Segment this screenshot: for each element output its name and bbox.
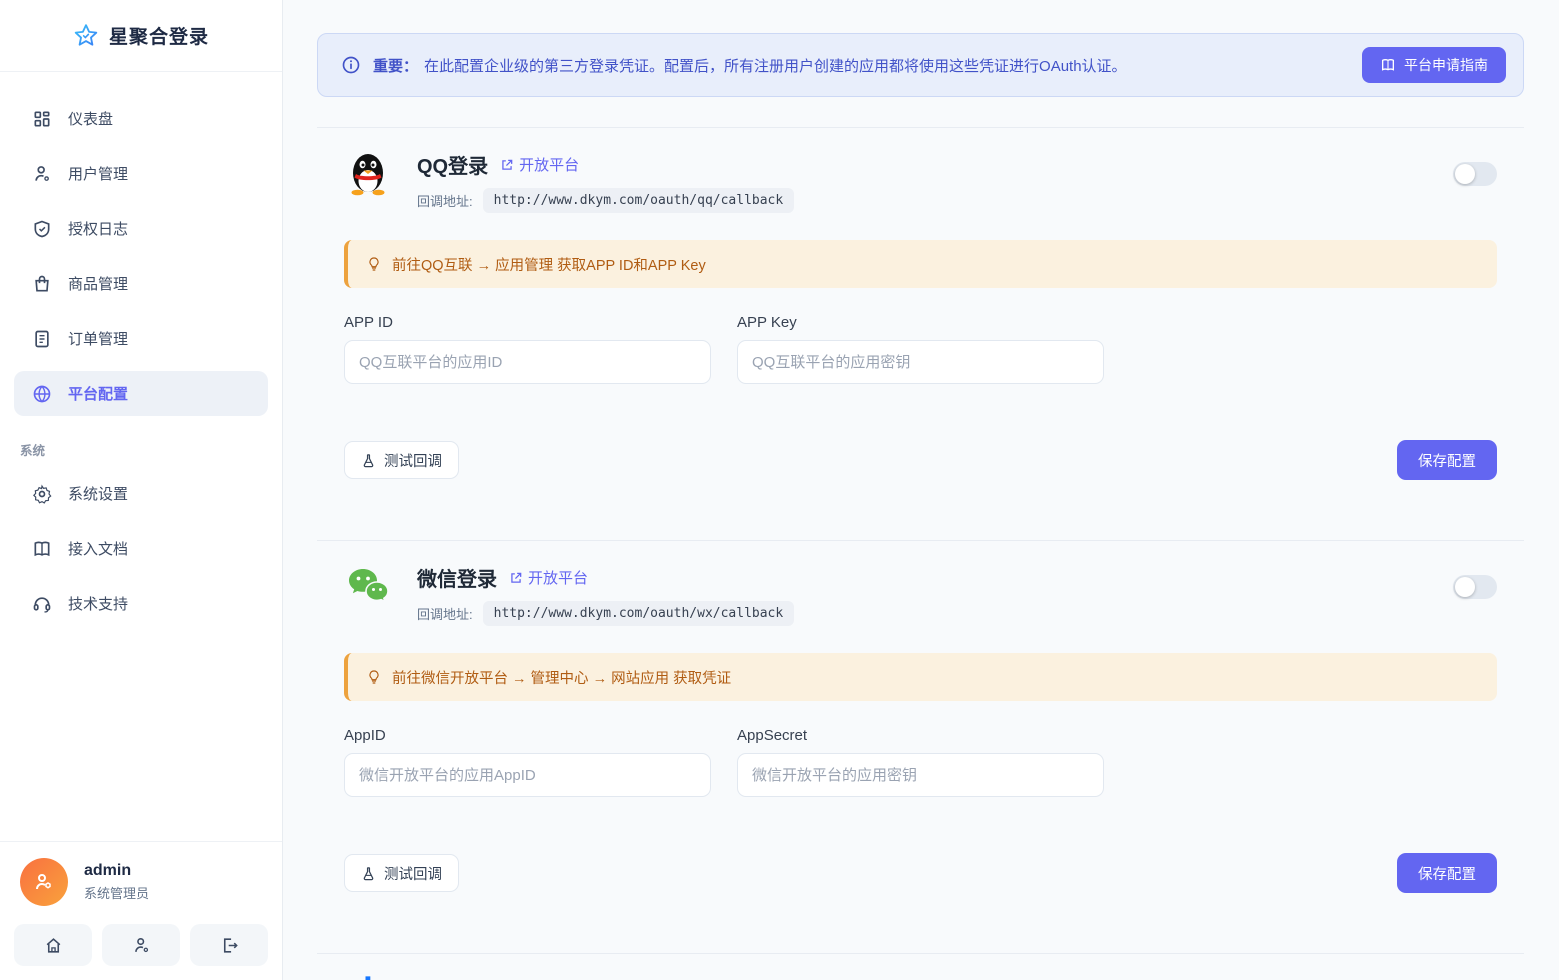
home-button[interactable] bbox=[14, 924, 92, 966]
flask-icon bbox=[361, 453, 376, 468]
user-name: admin bbox=[84, 862, 149, 880]
wechat-appsecret-input[interactable] bbox=[737, 753, 1104, 797]
app-title: 星聚合登录 bbox=[109, 22, 209, 49]
sidebar: 星聚合登录 仪表盘 用户管理 bbox=[0, 0, 283, 980]
guide-button[interactable]: 平台申请指南 bbox=[1362, 47, 1506, 83]
wechat-icon bbox=[344, 563, 392, 611]
alipay-icon: 支 bbox=[344, 976, 392, 980]
tip-text: 前往微信开放平台 → 管理中心 → 网站应用 获取凭证 bbox=[392, 667, 731, 688]
document-icon bbox=[32, 329, 52, 349]
test-callback-button-qq[interactable]: 测试回调 bbox=[344, 441, 459, 479]
app-id-input[interactable] bbox=[344, 340, 711, 384]
sidebar-item-label: 系统设置 bbox=[68, 483, 128, 504]
nav-section-label: 系统 bbox=[14, 426, 268, 471]
field-appsecret: AppSecret bbox=[737, 727, 1104, 797]
sidebar-item-label: 订单管理 bbox=[68, 328, 128, 349]
dashboard-icon bbox=[32, 109, 52, 129]
enable-toggle-qq[interactable] bbox=[1453, 162, 1497, 186]
sidebar-item-support[interactable]: 技术支持 bbox=[14, 581, 268, 626]
headset-icon bbox=[32, 594, 52, 614]
user-info: admin 系统管理员 bbox=[14, 858, 268, 924]
footer-actions bbox=[14, 924, 268, 966]
sidebar-item-users[interactable]: 用户管理 bbox=[14, 151, 268, 196]
sidebar-item-system-settings[interactable]: 系统设置 bbox=[14, 471, 268, 516]
sidebar-item-label: 商品管理 bbox=[68, 273, 128, 294]
gear-icon bbox=[32, 484, 52, 504]
field-appid: AppID bbox=[344, 727, 711, 797]
banner-prefix: 重要： bbox=[373, 58, 418, 75]
user-manage-icon bbox=[32, 164, 52, 184]
sidebar-item-label: 用户管理 bbox=[68, 163, 128, 184]
shield-icon bbox=[32, 219, 52, 239]
sidebar-item-auth-logs[interactable]: 授权日志 bbox=[14, 206, 268, 251]
main-content: 重要：在此配置企业级的第三方登录凭证。配置后，所有注册用户创建的应用都将使用这些… bbox=[283, 0, 1559, 980]
book-icon bbox=[32, 539, 52, 559]
field-label: APP ID bbox=[344, 314, 711, 331]
sidebar-footer: admin 系统管理员 bbox=[0, 841, 282, 980]
sidebar-item-label: 接入文档 bbox=[68, 538, 128, 559]
app-key-input[interactable] bbox=[737, 340, 1104, 384]
user-gear-icon bbox=[132, 936, 151, 955]
bag-icon bbox=[32, 274, 52, 294]
tip-banner-wechat: 前往微信开放平台 → 管理中心 → 网站应用 获取凭证 bbox=[344, 653, 1497, 701]
field-label: APP Key bbox=[737, 314, 1104, 331]
tip-text: 前往QQ互联 → 应用管理 获取APP ID和APP Key bbox=[392, 254, 706, 275]
user-role: 系统管理员 bbox=[84, 883, 149, 902]
guide-book-icon bbox=[1380, 57, 1396, 73]
field-label: AppID bbox=[344, 727, 711, 744]
platform-title: 微信登录 bbox=[417, 563, 497, 592]
logout-button[interactable] bbox=[190, 924, 268, 966]
sidebar-item-docs[interactable]: 接入文档 bbox=[14, 526, 268, 571]
info-icon bbox=[341, 55, 361, 75]
platform-section-wechat: 微信登录 开放平台 回调地址: http://www.dkym.com/oaut… bbox=[317, 540, 1524, 923]
open-platform-link[interactable]: 开放平台 bbox=[500, 154, 579, 175]
home-icon bbox=[44, 936, 63, 955]
qq-icon bbox=[344, 150, 392, 198]
sidebar-item-dashboard[interactable]: 仪表盘 bbox=[14, 96, 268, 141]
important-banner: 重要：在此配置企业级的第三方登录凭证。配置后，所有注册用户创建的应用都将使用这些… bbox=[317, 33, 1524, 97]
lightbulb-icon bbox=[366, 669, 382, 685]
callback-label: 回调地址: bbox=[417, 604, 473, 623]
sidebar-item-orders[interactable]: 订单管理 bbox=[14, 316, 268, 361]
sidebar-item-label: 技术支持 bbox=[68, 593, 128, 614]
sidebar-nav: 仪表盘 用户管理 授权日志 bbox=[0, 72, 282, 841]
platform-title: QQ登录 bbox=[417, 150, 488, 179]
open-platform-link[interactable]: 开放平台 bbox=[509, 567, 588, 588]
flask-icon bbox=[361, 866, 376, 881]
globe-icon bbox=[32, 384, 52, 404]
external-link-icon bbox=[500, 158, 514, 172]
profile-button[interactable] bbox=[102, 924, 180, 966]
platform-section-alipay: 支 支付宝登录 开放平台 回调地址: http://www bbox=[317, 953, 1524, 980]
sidebar-item-label: 仪表盘 bbox=[68, 108, 113, 129]
tip-banner-qq: 前往QQ互联 → 应用管理 获取APP ID和APP Key bbox=[344, 240, 1497, 288]
save-config-button-qq[interactable]: 保存配置 bbox=[1397, 440, 1497, 480]
logout-icon bbox=[220, 936, 239, 955]
field-app-key: APP Key bbox=[737, 314, 1104, 384]
callback-url: http://www.dkym.com/oauth/wx/callback bbox=[483, 601, 795, 626]
star-logo-icon bbox=[73, 23, 99, 49]
sidebar-item-platform-config[interactable]: 平台配置 bbox=[14, 371, 268, 416]
lightbulb-icon bbox=[366, 256, 382, 272]
field-app-id: APP ID bbox=[344, 314, 711, 384]
platform-section-qq: QQ登录 开放平台 回调地址: http://www.dkym.com/oaut… bbox=[317, 127, 1524, 510]
sidebar-item-products[interactable]: 商品管理 bbox=[14, 261, 268, 306]
banner-text: 重要：在此配置企业级的第三方登录凭证。配置后，所有注册用户创建的应用都将使用这些… bbox=[373, 55, 1350, 76]
callback-label: 回调地址: bbox=[417, 191, 473, 210]
callback-url: http://www.dkym.com/oauth/qq/callback bbox=[483, 188, 795, 213]
app-logo: 星聚合登录 bbox=[0, 0, 282, 72]
sidebar-item-label: 平台配置 bbox=[68, 383, 128, 404]
sidebar-item-label: 授权日志 bbox=[68, 218, 128, 239]
test-callback-button-wechat[interactable]: 测试回调 bbox=[344, 854, 459, 892]
field-label: AppSecret bbox=[737, 727, 1104, 744]
wechat-appid-input[interactable] bbox=[344, 753, 711, 797]
save-config-button-wechat[interactable]: 保存配置 bbox=[1397, 853, 1497, 893]
external-link-icon bbox=[509, 571, 523, 585]
avatar bbox=[20, 858, 68, 906]
enable-toggle-wechat[interactable] bbox=[1453, 575, 1497, 599]
platform-title: 支付宝登录 bbox=[417, 976, 517, 980]
